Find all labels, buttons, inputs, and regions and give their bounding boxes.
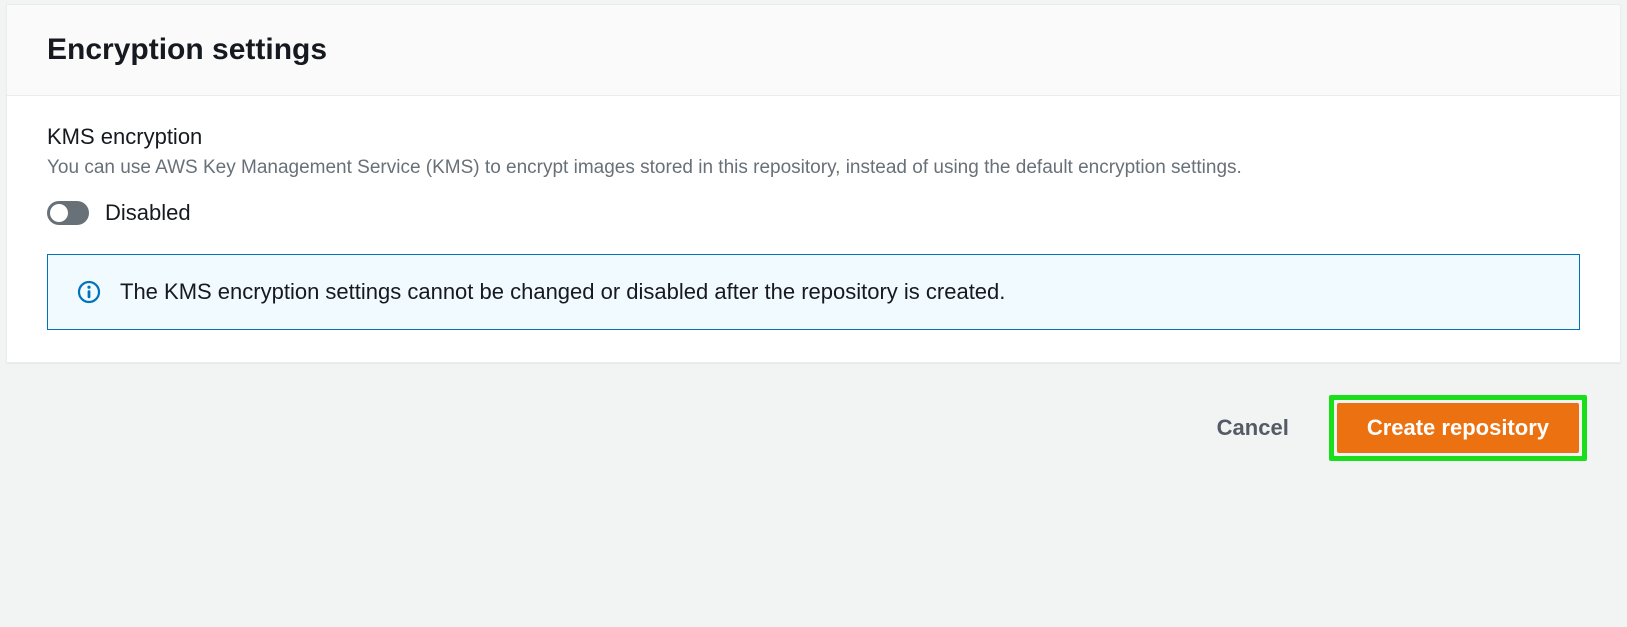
toggle-knob bbox=[50, 204, 68, 222]
panel-body: KMS encryption You can use AWS Key Manag… bbox=[7, 96, 1620, 362]
kms-toggle-state-label: Disabled bbox=[105, 200, 191, 226]
create-repository-button[interactable]: Create repository bbox=[1337, 403, 1579, 453]
info-alert-text: The KMS encryption settings cannot be ch… bbox=[120, 279, 1005, 305]
kms-encryption-toggle[interactable] bbox=[47, 201, 89, 225]
kms-encryption-description: You can use AWS Key Management Service (… bbox=[47, 154, 1507, 182]
create-button-highlight: Create repository bbox=[1329, 395, 1587, 461]
encryption-settings-panel: Encryption settings KMS encryption You c… bbox=[6, 4, 1621, 363]
info-icon bbox=[76, 279, 102, 305]
panel-title: Encryption settings bbox=[47, 33, 1580, 67]
cancel-button[interactable]: Cancel bbox=[1209, 405, 1297, 451]
panel-header: Encryption settings bbox=[7, 5, 1620, 96]
kms-encryption-label: KMS encryption bbox=[47, 124, 1580, 150]
form-actions: Cancel Create repository bbox=[0, 363, 1627, 461]
kms-toggle-row: Disabled bbox=[47, 200, 1580, 226]
info-alert: The KMS encryption settings cannot be ch… bbox=[47, 254, 1580, 330]
